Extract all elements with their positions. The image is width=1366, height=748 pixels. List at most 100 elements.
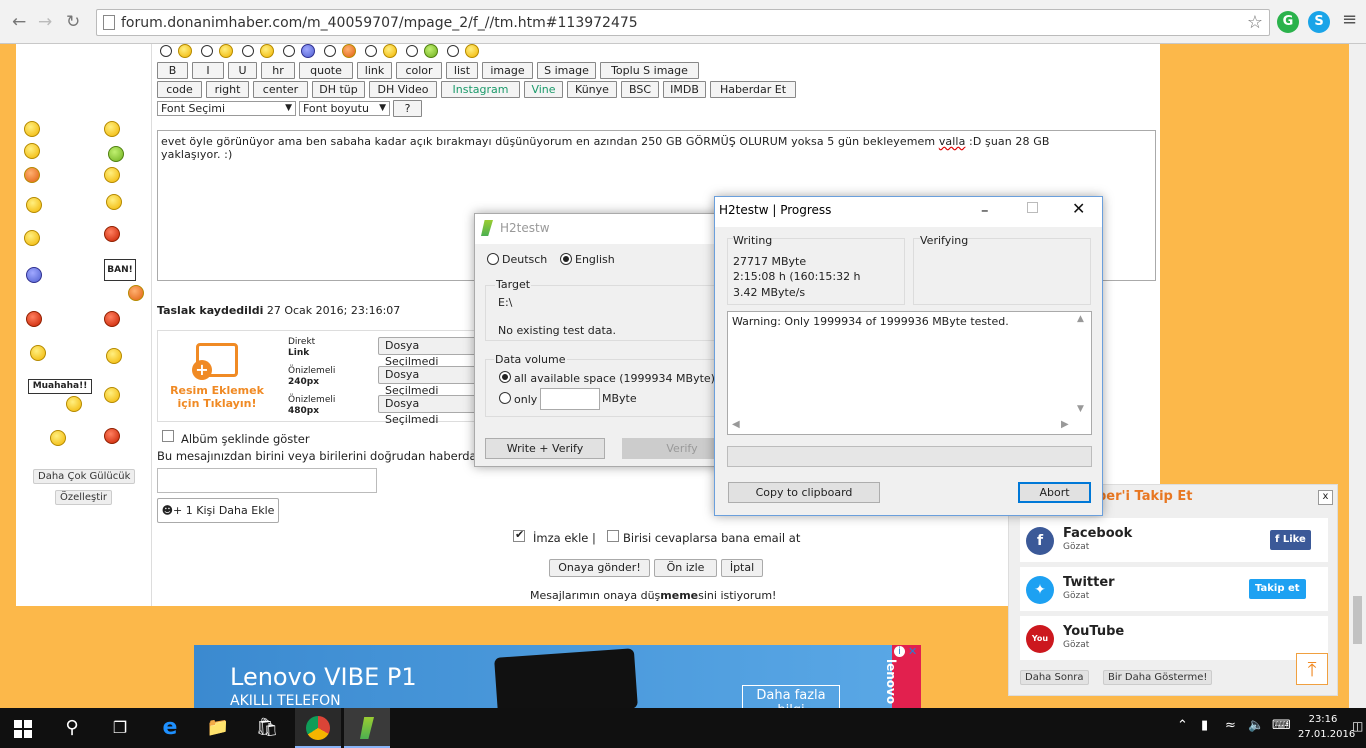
back-icon[interactable]: ← xyxy=(12,12,26,32)
smiley-icon[interactable] xyxy=(66,396,82,412)
smiley-icon[interactable] xyxy=(104,226,120,242)
never-show-button[interactable]: Bir Daha Gösterme! xyxy=(1103,670,1213,685)
smiley-radio[interactable] xyxy=(406,45,418,57)
page-scrollbar[interactable] xyxy=(1349,44,1366,708)
format-button-dh-video[interactable]: DH Video xyxy=(369,81,437,98)
format-button-link[interactable]: link xyxy=(357,62,392,79)
only-mbyte-input[interactable] xyxy=(540,388,600,410)
format-button-k-nye[interactable]: Künye xyxy=(567,81,617,98)
log-textbox[interactable]: Warning: Only 1999934 of 1999936 MByte t… xyxy=(727,311,1092,435)
write-verify-button[interactable]: Write + Verify xyxy=(485,438,605,459)
smiley-radio[interactable] xyxy=(160,45,172,57)
format-button-center[interactable]: center xyxy=(253,81,308,98)
format-button-vine[interactable]: Vine xyxy=(524,81,563,98)
all-space-radio[interactable] xyxy=(499,371,511,383)
format-button-bsc[interactable]: BSC xyxy=(621,81,659,98)
smiley-icon[interactable] xyxy=(104,167,120,183)
facebook-like-button[interactable]: f Like xyxy=(1270,530,1311,550)
english-radio[interactable] xyxy=(560,253,572,265)
scrollbar-thumb[interactable] xyxy=(1353,596,1362,644)
smiley-icon[interactable] xyxy=(104,428,120,444)
close-icon[interactable]: x xyxy=(1318,490,1333,505)
chrome-taskbar-button[interactable] xyxy=(295,708,341,748)
format-button-instagram[interactable]: Instagram xyxy=(441,81,520,98)
add-image-link[interactable]: Resim Eklemek için Tıklayın! xyxy=(160,384,274,410)
smiley-icon[interactable] xyxy=(104,387,120,403)
battery-icon[interactable]: ▮ xyxy=(1201,718,1208,733)
smiley-icon[interactable] xyxy=(50,430,66,446)
format-button-s-image[interactable]: S image xyxy=(537,62,596,79)
close-icon[interactable]: ✕ xyxy=(1072,199,1085,218)
tray-chevron-icon[interactable]: ⌃ xyxy=(1177,718,1188,733)
keyboard-icon[interactable]: ⌨ xyxy=(1272,718,1291,733)
format-button-b[interactable]: B xyxy=(157,62,188,79)
reload-icon[interactable]: ↻ xyxy=(66,12,80,32)
store-icon[interactable]: 🛍 xyxy=(255,716,279,740)
smiley-icon[interactable] xyxy=(128,285,144,301)
smiley-radio[interactable] xyxy=(283,45,295,57)
smiley-icon[interactable] xyxy=(106,194,122,210)
signature-checkbox[interactable]: ✔ xyxy=(513,528,525,542)
file-select-button[interactable]: Dosya Seçilmedi xyxy=(378,337,476,368)
smiley-icon[interactable] xyxy=(108,146,124,162)
format-button-u[interactable]: U xyxy=(228,62,257,79)
add-person-button[interactable]: ☻+ 1 Kişi Daha Ekle xyxy=(157,498,279,523)
smiley-icon[interactable] xyxy=(106,348,122,364)
copy-clipboard-button[interactable]: Copy to clipboard xyxy=(728,482,880,503)
preview-button[interactable]: Ön izle xyxy=(654,559,717,577)
smiley-radio[interactable] xyxy=(365,45,377,57)
scroll-up-icon[interactable]: ▲ xyxy=(1077,314,1084,324)
h2testw-taskbar-button[interactable] xyxy=(344,708,390,748)
ad-close-icon[interactable]: ✕ xyxy=(908,645,917,658)
font-size-select[interactable]: Font boyutu ▼ xyxy=(299,101,390,116)
smiley-radio[interactable] xyxy=(201,45,213,57)
smiley-radio[interactable] xyxy=(447,45,459,57)
scroll-top-icon[interactable]: ⤒ xyxy=(1296,653,1328,685)
bookmark-star-icon[interactable]: ☆ xyxy=(1247,12,1263,33)
facebook-row[interactable]: f Facebook Gözat f Like xyxy=(1020,518,1328,562)
maximize-icon[interactable] xyxy=(1027,202,1038,213)
smiley-radio[interactable] xyxy=(242,45,254,57)
twitter-follow-button[interactable]: Takip et xyxy=(1249,579,1306,599)
smiley-radio[interactable] xyxy=(324,45,336,57)
more-smileys-button[interactable]: Daha Çok Gülücük xyxy=(33,469,136,484)
later-button[interactable]: Daha Sonra xyxy=(1020,670,1089,685)
menu-icon[interactable]: ≡ xyxy=(1342,10,1357,30)
format-button-i[interactable]: I xyxy=(192,62,224,79)
minimize-icon[interactable]: – xyxy=(981,201,989,219)
windows-start-icon[interactable] xyxy=(14,720,32,738)
edge-icon[interactable]: e xyxy=(158,716,182,740)
format-button-quote[interactable]: quote xyxy=(299,62,353,79)
smiley-icon[interactable] xyxy=(26,267,42,283)
scroll-right-icon[interactable]: ▶ xyxy=(1061,419,1069,430)
format-button-code[interactable]: code xyxy=(157,81,202,98)
file-select-button[interactable]: Dosya Seçilmedi xyxy=(378,395,476,426)
format-button-color[interactable]: color xyxy=(396,62,442,79)
cancel-button[interactable]: İptal xyxy=(721,559,763,577)
submit-button[interactable]: Onaya gönder! xyxy=(549,559,650,577)
forward-icon[interactable]: → xyxy=(38,12,52,32)
only-radio[interactable] xyxy=(499,392,511,404)
smiley-icon[interactable] xyxy=(26,311,42,327)
format-button-hr[interactable]: hr xyxy=(261,62,295,79)
customize-button[interactable]: Özelleştir xyxy=(55,490,113,505)
email-notify-checkbox[interactable] xyxy=(607,530,619,542)
ad-cta-button[interactable]: Daha fazlabilgi xyxy=(742,685,840,708)
scroll-down-icon[interactable]: ▼ xyxy=(1077,404,1084,414)
smiley-icon[interactable] xyxy=(24,167,40,183)
youtube-row[interactable]: You YouTube Gözat xyxy=(1020,616,1328,660)
mention-input[interactable] xyxy=(157,468,377,493)
format-button-dh-t-p[interactable]: DH tüp xyxy=(312,81,365,98)
twitter-row[interactable]: ✦ Twitter Gözat Takip et xyxy=(1020,567,1328,611)
smiley-icon[interactable] xyxy=(24,230,40,246)
wifi-icon[interactable]: ≈ xyxy=(1225,718,1236,733)
ad-banner[interactable]: Lenovo VIBE P1 AKILLI TELEFON Daha fazla… xyxy=(194,645,921,708)
format-button-right[interactable]: right xyxy=(206,81,249,98)
abort-button[interactable]: Abort xyxy=(1018,482,1091,503)
format-button-image[interactable]: image xyxy=(482,62,533,79)
help-button[interactable]: ? xyxy=(393,100,422,117)
scroll-left-icon[interactable]: ◀ xyxy=(732,419,740,430)
smiley-icon[interactable] xyxy=(24,143,40,159)
file-select-button[interactable]: Dosya Seçilmedi xyxy=(378,366,476,397)
album-checkbox[interactable] xyxy=(162,430,174,442)
